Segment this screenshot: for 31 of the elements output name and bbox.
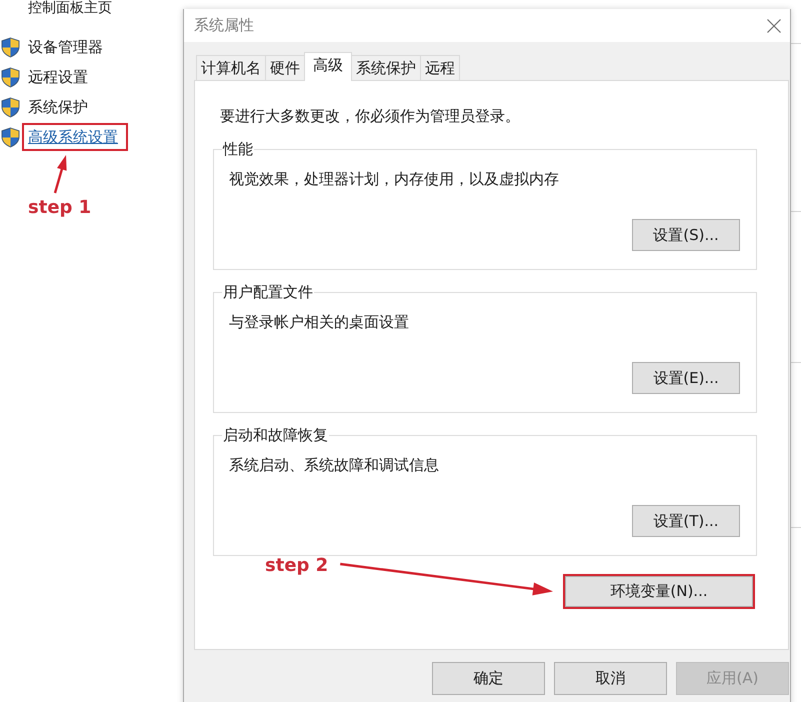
annotation-arrow <box>54 155 67 194</box>
shield-icon <box>1 66 20 88</box>
group-description: 视觉效果，处理器计划，内存使用，以及虚拟内存 <box>229 170 560 188</box>
environment-variables-button[interactable]: 环境变量(N)... <box>565 576 753 607</box>
group-description: 与登录帐户相关的桌面设置 <box>229 313 410 331</box>
settings-button[interactable]: 设置(T)... <box>632 505 740 537</box>
home-link[interactable]: 控制面板主页 <box>28 0 112 17</box>
close-button[interactable] <box>767 18 781 32</box>
sidebar-link[interactable]: 远程设置 <box>22 67 88 87</box>
settings-button[interactable]: 设置(S)... <box>632 219 740 251</box>
sidebar-link[interactable]: 系统保护 <box>22 97 88 117</box>
group-title: 启动和故障恢复 <box>222 425 329 445</box>
dialog-title: 系统属性 <box>194 16 254 35</box>
group-description: 系统启动、系统故障和调试信息 <box>229 456 440 474</box>
dialog-button[interactable]: 取消 <box>554 662 667 695</box>
settings-button[interactable]: 设置(E)... <box>632 362 740 394</box>
group-title: 性能 <box>222 139 254 159</box>
sidebar-link[interactable]: 设备管理器 <box>22 37 103 57</box>
shield-icon <box>1 96 20 118</box>
shield-icon <box>1 126 20 148</box>
tab[interactable]: 高级 <box>304 52 352 81</box>
close-icon <box>767 18 781 32</box>
shield-icon <box>1 36 20 58</box>
tab[interactable]: 远程 <box>420 55 460 80</box>
group-title: 用户配置文件 <box>222 282 314 302</box>
dialog-button[interactable]: 确定 <box>432 662 545 695</box>
tab[interactable]: 计算机名 <box>196 55 266 80</box>
notice-text: 要进行大多数更改，你必须作为管理员登录。 <box>219 106 521 126</box>
step-label: step 2 <box>265 556 328 576</box>
step-label: step 1 <box>28 198 92 218</box>
sidebar-link[interactable]: 高级系统设置 <box>28 128 118 146</box>
